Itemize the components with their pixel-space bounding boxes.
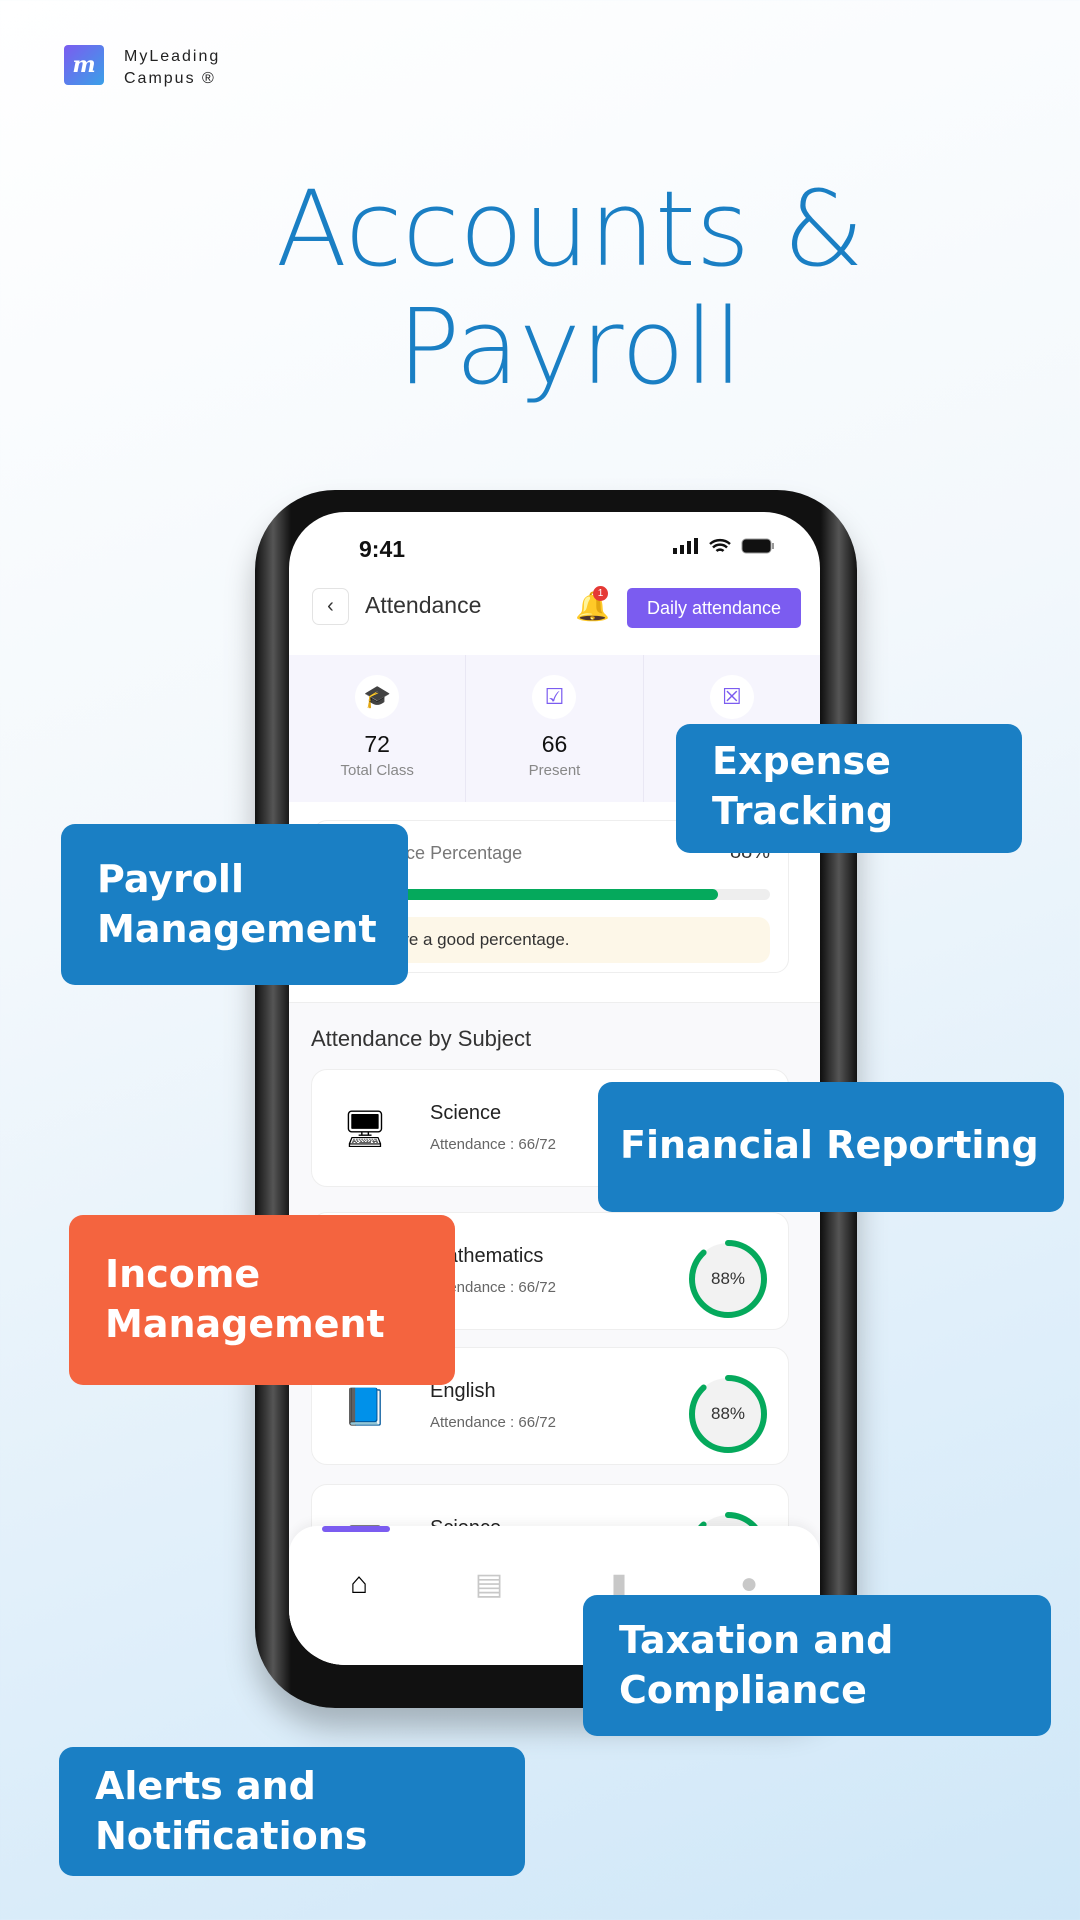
- brand-name: MyLeading Campus ®: [124, 46, 220, 90]
- logo-icon: m: [64, 45, 104, 85]
- back-button[interactable]: ‹: [312, 588, 349, 625]
- brand-name-line1: MyLeading: [124, 48, 221, 65]
- stat-label: Total Class: [340, 762, 414, 779]
- stat-total-class: 🎓 72 Total Class: [289, 655, 467, 802]
- wifi-icon: [709, 539, 731, 553]
- status-time: 9:41: [359, 536, 406, 562]
- graduation-cap-icon: 🎓: [355, 675, 400, 719]
- stat-value: 66: [541, 731, 568, 757]
- section-title: Attendance by Subject: [311, 1026, 532, 1051]
- feature-expense-tracking: Expense Tracking: [676, 724, 1022, 853]
- subject-percent: 88%: [710, 1269, 746, 1288]
- subject-attendance: Attendance : 66/72: [430, 1414, 556, 1431]
- notification-badge: 1: [593, 586, 608, 601]
- stat-value: 72: [364, 731, 390, 757]
- nav-indicator: [322, 1526, 390, 1532]
- feature-alerts-notifications: Alerts and Notifications: [59, 1747, 525, 1876]
- feature-payroll-management: Payroll Management: [61, 824, 408, 985]
- battery-icon: [741, 538, 774, 554]
- stat-label: Present: [528, 762, 581, 779]
- home-icon[interactable]: ⌂: [339, 1564, 379, 1604]
- subject-icon: 🖥: [342, 1108, 388, 1149]
- headline-line1: Accounts &: [275, 168, 865, 290]
- calendar-x-icon: ☒: [709, 675, 754, 719]
- calendar-check-icon: ☑: [532, 675, 577, 719]
- subject-icon: 📘: [342, 1386, 388, 1427]
- feature-income-management: Income Management: [69, 1215, 455, 1385]
- feature-taxation-compliance: Taxation and Compliance: [583, 1595, 1051, 1736]
- subject-name: Science: [430, 1102, 502, 1124]
- signal-icon: [673, 538, 698, 554]
- document-icon[interactable]: ▤: [469, 1564, 509, 1604]
- brand-name-line2: Campus ®: [124, 70, 216, 87]
- subject-percent: 88%: [710, 1404, 746, 1423]
- headline: Accounts & Payroll: [0, 170, 1080, 406]
- stat-present: ☑ 66 Present: [466, 655, 644, 802]
- page-title: Attendance: [365, 592, 482, 618]
- daily-attendance-button[interactable]: Daily attendance: [627, 588, 801, 628]
- subject-attendance: Attendance : 66/72: [430, 1136, 556, 1153]
- headline-line2: Payroll: [397, 286, 743, 408]
- feature-financial-reporting: Financial Reporting: [598, 1082, 1064, 1212]
- status-icons: [673, 538, 775, 554]
